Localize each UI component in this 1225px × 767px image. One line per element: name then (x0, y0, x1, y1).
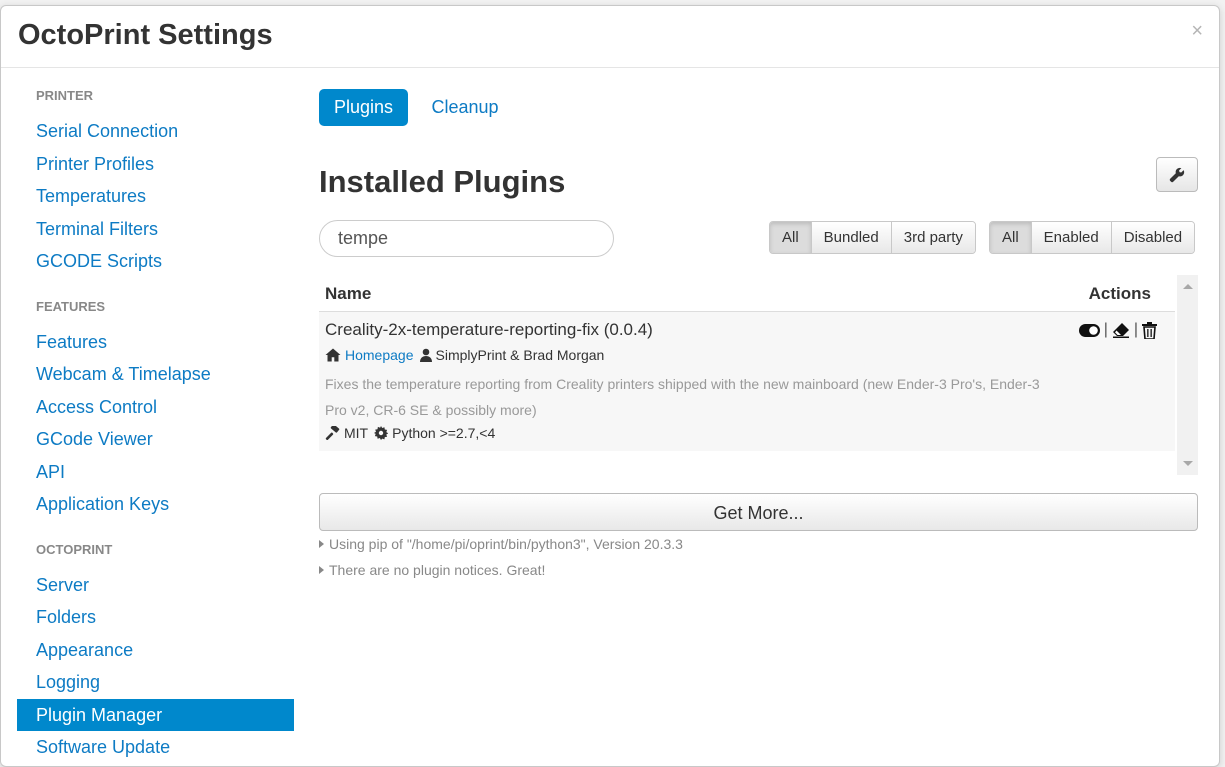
sidebar-item-plugin-manager[interactable]: Plugin Manager (17, 698, 294, 731)
plugin-license: MIT (344, 425, 369, 441)
scroll-down-icon[interactable] (1183, 461, 1193, 466)
pip-info-text: Using pip of "/home/pi/oprint/bin/python… (329, 536, 683, 552)
plugin-description: Fixes the temperature reporting from Cre… (325, 376, 1040, 418)
caret-right-icon (319, 540, 324, 548)
filter-state-all[interactable]: All (990, 222, 1031, 253)
table-scrollbar[interactable] (1177, 275, 1198, 475)
plugin-manager-tabs: Plugins Cleanup (319, 89, 518, 127)
modal-title: OctoPrint Settings (18, 19, 273, 51)
cog-icon (374, 426, 389, 440)
user-icon (419, 348, 432, 362)
actions-separator: | (1133, 321, 1138, 338)
plugin-notices-text: There are no plugin notices. Great! (329, 562, 546, 578)
close-icon[interactable]: × (1191, 20, 1203, 43)
sidebar-item-printer-profiles[interactable]: Printer Profiles (17, 148, 294, 181)
filter-source-all[interactable]: All (770, 222, 811, 253)
get-more-button[interactable]: Get More... (319, 493, 1198, 531)
actions-separator: | (1103, 321, 1108, 338)
settings-sidebar: PRINTER Serial Connection Printer Profil… (17, 89, 294, 764)
column-header-name: Name (325, 284, 372, 303)
plugin-search-input[interactable] (319, 220, 614, 257)
sidebar-item-logging[interactable]: Logging (17, 666, 294, 699)
sidebar-item-gcode-viewer[interactable]: GCode Viewer (17, 423, 294, 456)
trash-icon[interactable] (1142, 321, 1157, 339)
plugin-meta: Homepage SimplyPrint & Brad Morgan (325, 347, 604, 363)
settings-modal: OctoPrint Settings × PRINTER Serial Conn… (0, 5, 1220, 767)
plugin-python-version: Python >=2.7,<4 (392, 425, 496, 441)
gavel-icon (325, 426, 340, 440)
tab-cleanup[interactable]: Cleanup (417, 89, 514, 126)
modal-header: OctoPrint Settings × (1, 6, 1219, 68)
source-filter-group: All Bundled 3rd party (769, 221, 976, 254)
home-icon (325, 348, 341, 362)
plugin-actions: | | (1078, 321, 1157, 339)
eraser-icon[interactable] (1112, 322, 1130, 338)
plugin-table: Name Actions Creality-2x-temperature-rep… (319, 275, 1198, 475)
sidebar-item-serial-connection[interactable]: Serial Connection (17, 115, 294, 148)
tab-plugins[interactable]: Plugins (319, 89, 409, 126)
plugin-author: SimplyPrint & Brad Morgan (435, 347, 605, 363)
pip-info-toggle[interactable]: Using pip of "/home/pi/oprint/bin/python… (319, 536, 683, 552)
column-header-actions: Actions (1088, 284, 1151, 303)
sidebar-item-application-keys[interactable]: Application Keys (17, 488, 294, 521)
sidebar-item-folders[interactable]: Folders (17, 601, 294, 634)
table-row: Creality-2x-temperature-reporting-fix (0… (319, 312, 1175, 451)
filter-state-disabled[interactable]: Disabled (1110, 222, 1195, 253)
caret-right-icon (319, 566, 324, 574)
sidebar-item-terminal-filters[interactable]: Terminal Filters (17, 213, 294, 246)
plugin-notices-toggle[interactable]: There are no plugin notices. Great! (319, 562, 545, 578)
filter-source-bundled[interactable]: Bundled (810, 222, 891, 253)
sidebar-heading-features: FEATURES (36, 298, 106, 314)
sidebar-item-features[interactable]: Features (17, 326, 294, 359)
sidebar-heading-printer: PRINTER (36, 88, 94, 103)
plugin-homepage-link[interactable]: Homepage (345, 347, 414, 363)
plugin-license-info: MIT Python >=2.7,<4 (325, 425, 495, 441)
sidebar-item-access-control[interactable]: Access Control (17, 391, 294, 424)
sidebar-item-software-update[interactable]: Software Update (17, 731, 294, 764)
toggle-on-icon[interactable] (1078, 323, 1100, 337)
sidebar-item-server[interactable]: Server (17, 569, 294, 602)
sidebar-heading-octoprint: OCTOPRINT (36, 541, 113, 557)
scroll-up-icon[interactable] (1183, 284, 1193, 289)
wrench-icon (1169, 167, 1185, 182)
sidebar-item-appearance[interactable]: Appearance (17, 634, 294, 667)
filter-source-3rd-party[interactable]: 3rd party (890, 222, 975, 253)
sidebar-item-api[interactable]: API (17, 456, 294, 489)
sidebar-item-gcode-scripts[interactable]: GCODE Scripts (17, 245, 294, 278)
installed-plugins-heading: Installed Plugins (319, 164, 566, 199)
sidebar-item-temperatures[interactable]: Temperatures (17, 180, 294, 213)
plugin-settings-button[interactable] (1156, 157, 1198, 192)
filter-state-enabled[interactable]: Enabled (1030, 222, 1111, 253)
sidebar-item-webcam-timelapse[interactable]: Webcam & Timelapse (17, 358, 294, 391)
plugin-name: Creality-2x-temperature-reporting-fix (0… (325, 320, 653, 339)
state-filter-group: All Enabled Disabled (989, 221, 1196, 254)
